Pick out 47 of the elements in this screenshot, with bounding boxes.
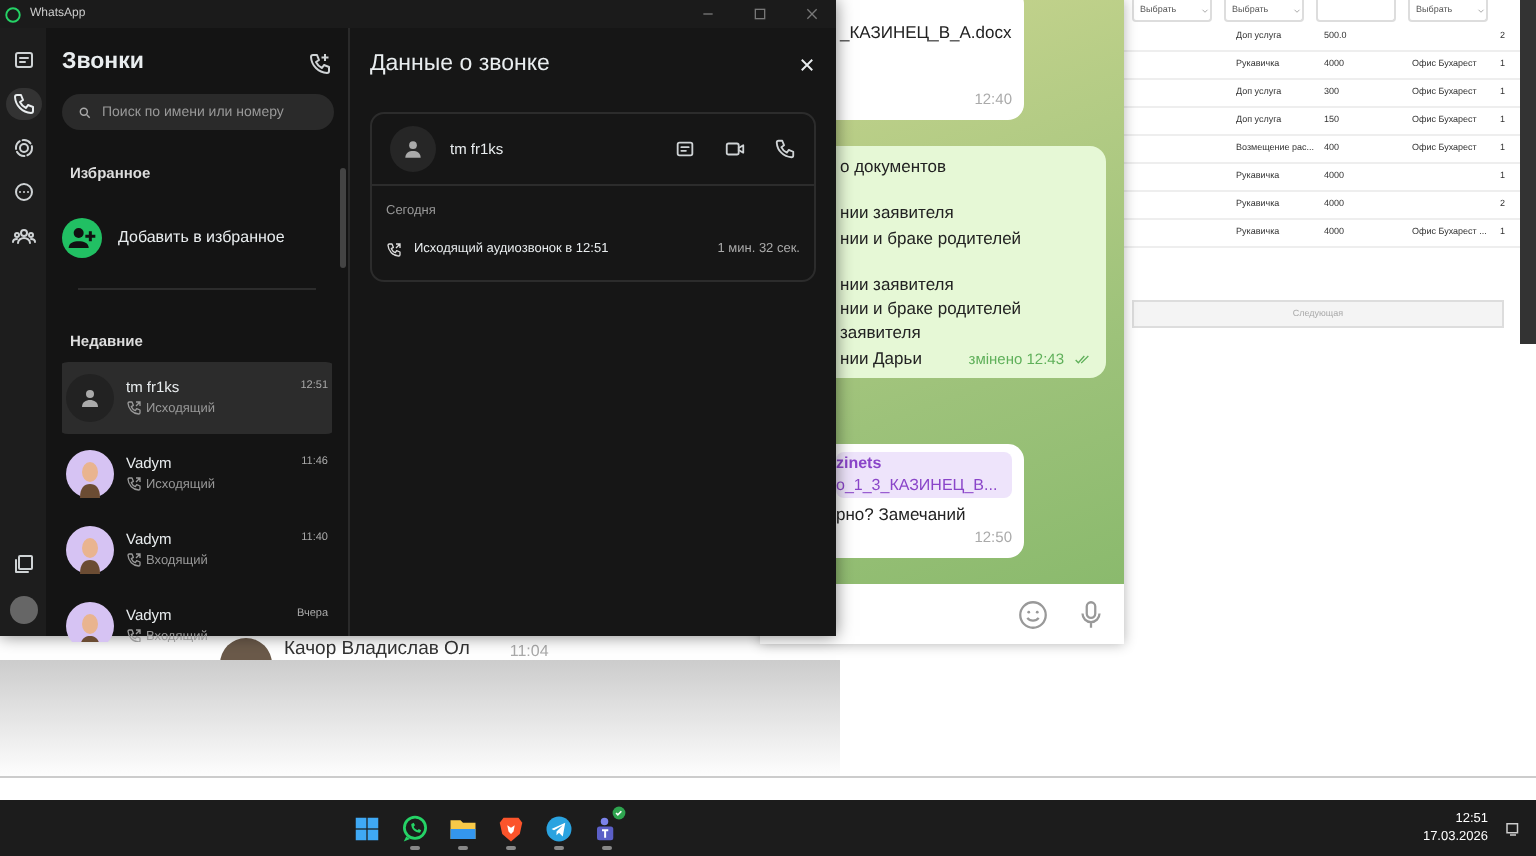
- maximize-icon[interactable]: [752, 6, 768, 22]
- chat-icon: [11, 48, 35, 72]
- message-text: рно? Замечаний: [836, 502, 966, 527]
- panel-title: Звонки: [62, 48, 144, 78]
- phone-icon: [11, 92, 35, 116]
- message-text: о документов: [840, 154, 947, 179]
- people-icon: [11, 224, 35, 248]
- search-icon: [78, 105, 92, 120]
- add-contact-icon: [62, 217, 102, 257]
- caret-icon: [1476, 5, 1487, 15]
- scrollbar[interactable]: [1520, 0, 1536, 344]
- call-arrow-icon: [126, 476, 142, 493]
- message-text: заявителя: [840, 320, 921, 346]
- add-call-icon[interactable]: [308, 51, 332, 76]
- nav-button[interactable]: [5, 88, 41, 120]
- panel-title: Данные о звонке: [370, 50, 550, 80]
- emoji-icon[interactable]: [1016, 597, 1050, 631]
- paper-plane-icon: [544, 813, 574, 843]
- contact-name: Качор Владислав Ол: [284, 636, 470, 665]
- message-text: нии Дарьи: [840, 345, 922, 371]
- add-favorite-item[interactable]: Добавить в избранное: [62, 217, 332, 257]
- message-icon[interactable]: [674, 138, 696, 161]
- app-logo-icon: [4, 5, 22, 23]
- filter-field[interactable]: [1316, 0, 1396, 22]
- video-icon[interactable]: [724, 138, 746, 161]
- status-icon: [11, 136, 35, 160]
- message-text: нии заявителя: [840, 271, 954, 297]
- media-icon[interactable]: [11, 552, 35, 576]
- message-text: нии и браке родителей: [840, 225, 1022, 250]
- message-text: нии и браке родителей: [840, 296, 1022, 321]
- reply-text: zinets: [836, 454, 884, 475]
- caret-icon: [1292, 5, 1303, 15]
- reply-text: о_1_3_КАЗИНЕЦ_В...: [836, 475, 1000, 496]
- call-arrow-icon: [126, 628, 142, 642]
- chat-bubble-icon: [400, 813, 430, 843]
- call-arrow-icon: [126, 400, 142, 417]
- speech-bubble-icon: [11, 180, 35, 204]
- call-arrow-icon: [386, 241, 402, 258]
- person-icon: [390, 126, 436, 173]
- start-icon: [352, 813, 382, 843]
- message-time: 11:04: [509, 639, 549, 663]
- message-text: нии заявителя: [840, 200, 954, 226]
- message-text: _КАЗИНЕЦ_В_А.docx: [840, 20, 1012, 45]
- caret-icon: [1200, 5, 1211, 15]
- call-arrow-icon: [126, 552, 142, 569]
- avatar-placeholder[interactable]: [9, 596, 37, 624]
- phone-icon[interactable]: [774, 138, 796, 161]
